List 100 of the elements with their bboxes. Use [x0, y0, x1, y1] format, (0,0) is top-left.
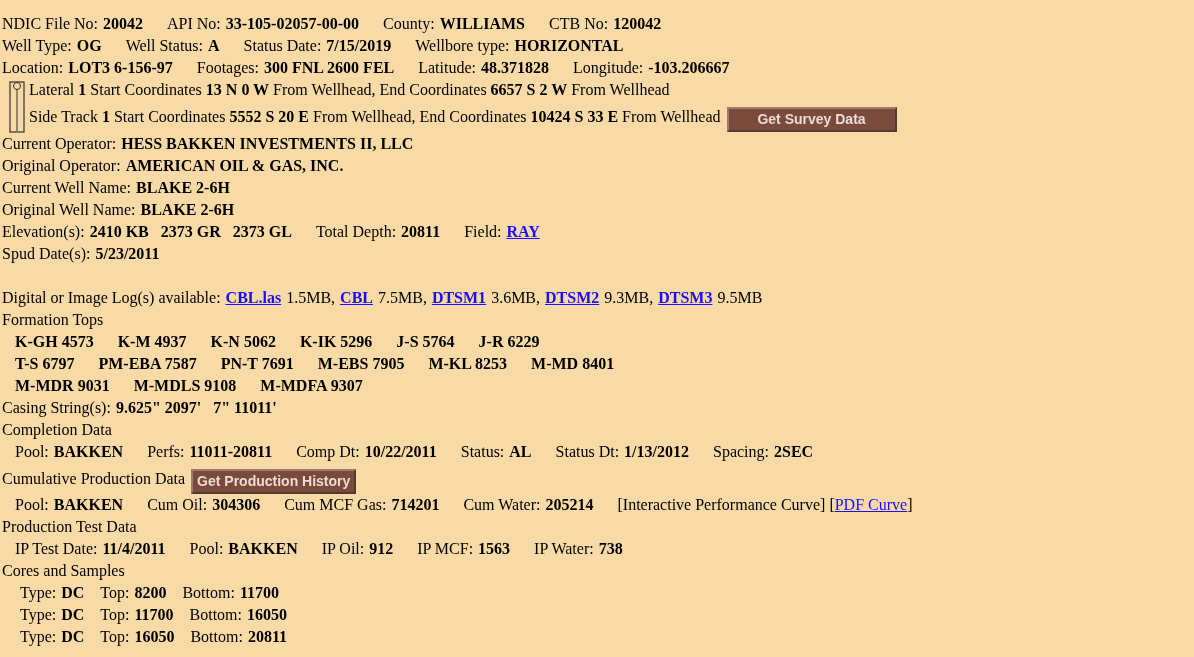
field-label: Type:: [20, 605, 57, 626]
field-label: Footages:: [196, 58, 259, 79]
field-value: BAKKEN: [228, 539, 298, 559]
field-value: WILLIAMS: [439, 14, 525, 34]
field-value: 120042: [613, 14, 662, 34]
section-title: Formation Tops: [2, 310, 104, 331]
section-title: Production Test Data: [2, 517, 137, 537]
formation-top: K-GH 4573: [15, 332, 94, 352]
field-label: API No:: [167, 14, 221, 34]
log-file-link[interactable]: CBL.las: [225, 287, 282, 309]
field-label: Total Depth:: [315, 222, 397, 243]
section-title: Cumulative Production Data: [2, 468, 186, 489]
formation-top: K-M 4937: [117, 332, 187, 352]
field-label: Original Operator:: [2, 156, 121, 177]
field-label: Well Status:: [125, 36, 203, 56]
file-size: 1.5MB,: [286, 288, 336, 308]
formation-top: M-MDLS 9108: [133, 376, 237, 396]
field-label: Status:: [460, 442, 505, 462]
field-label: IP Test Date:: [15, 539, 98, 559]
field-value: AMERICAN OIL & GAS, INC.: [125, 156, 344, 176]
field-value: DC: [61, 583, 85, 603]
field-label: Status Dt:: [555, 442, 620, 462]
field-value: 1563: [478, 539, 511, 559]
field-label: Spacing:: [713, 442, 769, 463]
field-label: Cum Oil:: [147, 495, 208, 515]
field-value: 7/15/2019: [326, 36, 392, 56]
field-value: 304306: [212, 495, 261, 515]
field-value: -103.206667: [648, 58, 730, 78]
formation-top: J-R 6229: [478, 332, 540, 352]
field-label: Pool:: [15, 442, 49, 462]
file-size: 3.6MB,: [491, 288, 541, 308]
field-value: HORIZONTAL: [514, 36, 624, 56]
field-value: 11700: [239, 583, 279, 603]
field-label: Pool:: [15, 495, 49, 515]
field-value: BLAKE 2-6H: [140, 200, 235, 220]
field-label: NDIC File No:: [2, 14, 98, 34]
field-label: Top:: [100, 605, 130, 626]
curve-text: ]: [907, 496, 913, 513]
formation-top: M-MD 8401: [531, 354, 615, 374]
file-size: 9.5MB: [717, 288, 763, 308]
formation-top: M-KL 8253: [428, 354, 508, 374]
get-production-history-button[interactable]: Get Production History: [191, 469, 357, 494]
get-survey-data-button[interactable]: Get Survey Data: [726, 107, 897, 132]
field-label: Perfs:: [147, 442, 185, 462]
curve-text: [Interactive Performance Curve] [: [617, 496, 835, 513]
file-size: 9.3MB,: [604, 288, 654, 308]
field-value: 2SEC: [774, 442, 814, 462]
pdf-curve-link[interactable]: PDF Curve: [834, 496, 908, 513]
formation-top: K-N 5062: [210, 332, 276, 352]
field-value: 738: [598, 539, 623, 559]
field-label: Field:: [464, 222, 502, 242]
field-value: 16050: [134, 627, 175, 647]
formation-top: T-S 6797: [15, 354, 75, 374]
field-label: Type:: [20, 583, 57, 604]
field-label: Wellbore type:: [415, 36, 510, 57]
field-label: Casing String(s):: [2, 398, 111, 419]
lateral-text: Lateral 1 Start Coordinates 13 N 0 W From Wellhead, End Coordinates 6657 S 2 W From Wellhead: [29, 80, 670, 100]
field-label: IP Water:: [534, 539, 594, 559]
field-value: 10/22/2011: [364, 442, 437, 462]
field-label: Spud Date(s):: [2, 244, 91, 265]
field-label: Longitude:: [573, 58, 644, 79]
log-file-link[interactable]: DTSM2: [545, 287, 600, 309]
field-label: Current Operator:: [2, 134, 117, 155]
field-value: 11011-20811: [189, 442, 273, 462]
log-file-link[interactable]: DTSM1: [431, 287, 487, 309]
field-value: BAKKEN: [53, 495, 124, 515]
field-value: 48.371828: [481, 58, 549, 78]
field-value: 11700: [134, 605, 174, 625]
field-label: Current Well Name:: [2, 178, 132, 198]
log-file-link[interactable]: DTSM3: [658, 287, 713, 309]
formation-top: K-IK 5296: [299, 332, 373, 352]
field-value: 912: [369, 539, 394, 559]
field-label: County:: [383, 14, 435, 35]
log-file-link[interactable]: CBL: [340, 287, 373, 309]
field-value: A: [208, 36, 220, 56]
field-value: AL: [509, 442, 532, 462]
field-value: OG: [76, 36, 102, 56]
field-label: Bottom:: [190, 627, 243, 647]
field-value: LOT3 6-156-97: [68, 58, 173, 78]
field-value: 714201: [391, 495, 440, 515]
field-label: IP MCF:: [417, 539, 474, 559]
field-label: Elevation(s):: [2, 222, 85, 243]
formation-top: PN-T 7691: [220, 354, 294, 374]
field-value: 11/4/2011: [102, 539, 166, 559]
file-size: 7.5MB,: [378, 288, 427, 308]
field-label: Top:: [100, 583, 130, 604]
field-label: Digital or Image Log(s) available:: [2, 288, 221, 309]
field-value: 9.625" 2097' 7" 11011': [115, 398, 277, 418]
field-label: Bottom:: [189, 605, 242, 625]
field-value: 33-105-02057-00-00: [225, 14, 360, 34]
field-value: 300 FNL 2600 FEL: [264, 58, 395, 78]
field-value: 20811: [401, 222, 441, 242]
lateral-text: Side Track 1 Start Coordinates 5552 S 20 E From Wellhead, End Coordinates 10424 S 33 E From Wellhead: [29, 106, 721, 127]
field-link[interactable]: RAY: [506, 221, 540, 243]
field-label: Top:: [100, 627, 130, 648]
field-label: Status Date:: [243, 36, 322, 56]
formation-top: M-EBS 7905: [317, 354, 405, 374]
formation-top: PM-EBA 7587: [98, 354, 197, 374]
field-label: CTB No:: [549, 14, 609, 34]
field-label: Cum MCF Gas:: [284, 495, 387, 515]
